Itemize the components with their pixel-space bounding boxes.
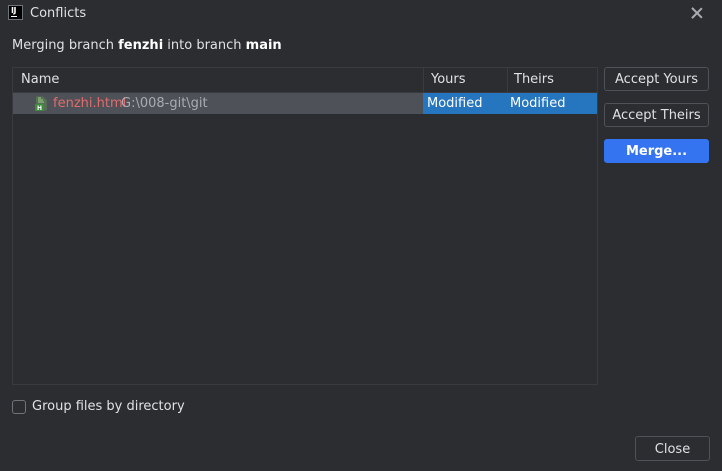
title-bar: IJ Conflicts (0, 0, 722, 30)
column-header-theirs[interactable]: Theirs (fenzhi) (507, 68, 597, 111)
accept-yours-button[interactable]: Accept Yours (604, 67, 709, 91)
cell-yours-status[interactable]: Modified (423, 93, 506, 114)
merge-button[interactable]: Merge... (604, 139, 709, 163)
conflicts-table: Name Yours (main) Theirs (fenzhi) H fenz… (12, 67, 598, 385)
cell-theirs-status[interactable]: Modified (506, 93, 597, 114)
target-branch: main (245, 38, 282, 53)
intellij-app-icon: IJ (8, 5, 23, 20)
cell-file[interactable]: H fenzhi.html G:\008-git\git (13, 93, 423, 114)
svg-text:H: H (37, 105, 42, 111)
source-branch: fenzhi (118, 38, 164, 53)
merge-message: Merging branch fenzhi into branch main (12, 38, 282, 53)
conflict-file-name: fenzhi.html (53, 96, 127, 111)
column-header-yours[interactable]: Yours (main) (423, 68, 507, 111)
message-middle: into branch (163, 38, 246, 53)
message-prefix: Merging branch (12, 38, 119, 53)
group-by-directory-label[interactable]: Group files by directory (32, 399, 185, 414)
table-row[interactable]: H fenzhi.html G:\008-git\git Modified Mo… (13, 93, 597, 114)
app-icon-label: IJ (11, 6, 16, 15)
accept-theirs-button[interactable]: Accept Theirs (604, 103, 709, 127)
conflict-file-path: G:\008-git\git (121, 96, 208, 111)
close-icon[interactable] (690, 6, 704, 20)
conflicts-dialog: IJ Conflicts Merging branch fenzhi into … (0, 0, 722, 471)
html-file-icon: H (35, 96, 47, 111)
dialog-title: Conflicts (30, 6, 87, 21)
table-header: Name Yours (main) Theirs (fenzhi) (13, 68, 597, 111)
group-by-directory-checkbox[interactable] (12, 400, 26, 414)
close-button[interactable]: Close (635, 436, 710, 461)
column-header-name[interactable]: Name (13, 68, 423, 92)
